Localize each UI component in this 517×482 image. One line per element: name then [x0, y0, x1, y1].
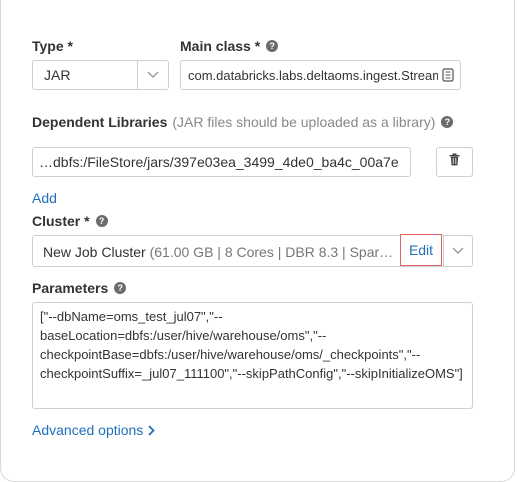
help-icon[interactable]: ?	[95, 215, 108, 227]
library-path-field[interactable]: …dbfs:/FileStore/jars/397e03ea_3499_4de0…	[32, 147, 411, 177]
cluster-name: New Job Cluster	[43, 244, 146, 260]
cluster-label-text: Cluster *	[32, 213, 90, 229]
library-path-value: …dbfs:/FileStore/jars/397e03ea_3499_4de0…	[39, 154, 399, 170]
copy-icon[interactable]	[442, 68, 454, 87]
type-select[interactable]: JAR	[32, 60, 169, 90]
edit-cluster-button[interactable]: Edit	[400, 234, 442, 266]
main-class-input[interactable]: com.databricks.labs.deltaoms.ingest.Stre…	[180, 60, 461, 90]
main-class-label: Main class * ?	[180, 38, 279, 54]
chevron-down-icon	[137, 61, 168, 89]
cluster-details: (61.00 GB | 8 Cores | DBR 8.3 | Spar…	[149, 244, 394, 260]
help-icon[interactable]: ?	[266, 40, 279, 52]
chevron-down-icon	[443, 236, 472, 266]
add-library-link[interactable]: Add	[32, 190, 57, 206]
cluster-label: Cluster * ?	[32, 213, 108, 229]
advanced-options-link[interactable]: Advanced options	[32, 422, 156, 438]
type-label: Type *	[32, 38, 73, 54]
dependent-libraries-label: Dependent Libraries (JAR files should be…	[32, 114, 454, 130]
main-class-value: com.databricks.labs.deltaoms.ingest.Stre…	[188, 68, 438, 83]
type-label-text: Type *	[32, 38, 73, 54]
dependent-libraries-label-text: Dependent Libraries	[32, 114, 168, 130]
dependent-libraries-hint: (JAR files should be uploaded as a libra…	[172, 114, 436, 130]
remove-library-button[interactable]	[436, 147, 473, 177]
type-select-value: JAR	[44, 67, 71, 83]
main-class-label-text: Main class *	[180, 38, 261, 54]
job-task-panel: Type * JAR Main class * ? com.databricks…	[0, 0, 515, 482]
help-icon[interactable]: ?	[114, 282, 127, 294]
advanced-options-label: Advanced options	[32, 422, 144, 438]
parameters-label-text: Parameters	[32, 280, 109, 296]
parameters-label: Parameters ?	[32, 280, 127, 296]
trash-icon	[449, 153, 460, 171]
help-icon[interactable]: ?	[441, 116, 454, 128]
cluster-select-value: New Job Cluster (61.00 GB | 8 Cores | DB…	[43, 244, 399, 260]
parameters-textarea[interactable]: ["--dbName=oms_test_jul07","--baseLocati…	[32, 302, 473, 409]
chevron-right-icon	[148, 424, 156, 436]
